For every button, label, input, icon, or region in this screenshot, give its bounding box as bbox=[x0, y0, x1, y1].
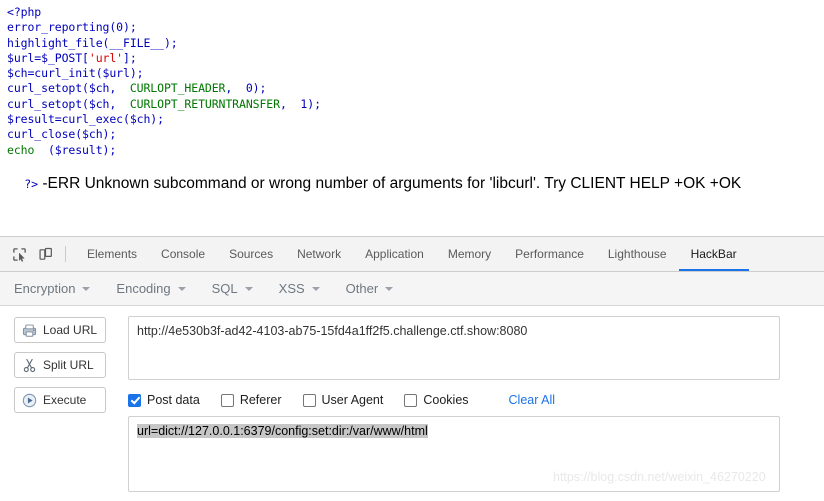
chevron-down-icon bbox=[311, 286, 320, 291]
tab-elements[interactable]: Elements bbox=[75, 237, 149, 271]
menu-label: Other bbox=[345, 281, 379, 296]
menu-xss[interactable]: XSS bbox=[279, 281, 320, 296]
checkbox-label-user-agent: User Agent bbox=[321, 393, 384, 407]
hackbar-option-checkboxes: Post data Referer User Agent Cookies Clear … bbox=[128, 390, 555, 410]
scissors-icon bbox=[22, 358, 37, 373]
devtools-tab-list: Elements Console Sources Network Application… bbox=[75, 237, 749, 272]
clear-all-link[interactable]: Clear All bbox=[509, 393, 556, 407]
php-token: curl_setopt($ch, bbox=[7, 96, 130, 111]
tab-performance[interactable]: Performance bbox=[503, 237, 596, 271]
post-data-selected-text: url=dict://127.0.0.1:6379/config:set:dir… bbox=[137, 424, 428, 438]
tab-memory[interactable]: Memory bbox=[436, 237, 503, 271]
checkbox-group: Post data Referer User Agent Cookies bbox=[128, 393, 490, 407]
tab-console[interactable]: Console bbox=[149, 237, 217, 271]
php-token: highlight_file bbox=[7, 35, 103, 50]
php-token: , 0); bbox=[225, 81, 267, 96]
checkbox-label-cookies: Cookies bbox=[423, 393, 469, 407]
checkbox-label-referer: Referer bbox=[239, 393, 282, 407]
php-source-listing: <?php error_reporting(0); highlight_file(_… bbox=[7, 5, 321, 158]
php-token: ]; bbox=[123, 50, 137, 65]
php-token: CURLOPT_HEADER bbox=[129, 81, 226, 96]
error-message-text: -ERR Unknown subcommand or wrong number … bbox=[38, 175, 742, 192]
device-toolbar-icon[interactable] bbox=[32, 241, 58, 267]
tab-hackbar[interactable]: HackBar bbox=[678, 237, 749, 271]
php-token: error_reporting bbox=[7, 20, 110, 35]
hackbar-menubar: Encryption Encoding SQL XSS Other bbox=[0, 272, 824, 306]
checkbox-box-referer[interactable] bbox=[220, 393, 234, 407]
checkbox-referer[interactable]: Referer bbox=[220, 393, 282, 407]
tab-application[interactable]: Application bbox=[353, 237, 436, 271]
devtools-panel: Elements Console Sources Network Application… bbox=[0, 236, 824, 501]
execute-button[interactable]: Execute bbox=[14, 387, 106, 413]
php-token: $result=curl_exec($ch); bbox=[7, 112, 164, 127]
php-token: $url=$_POST[ bbox=[7, 50, 89, 65]
php-token: CURLOPT_RETURNTRANSFER bbox=[129, 96, 280, 111]
chevron-down-icon bbox=[177, 286, 186, 291]
php-token: echo bbox=[7, 142, 35, 157]
php-token: , 1); bbox=[279, 96, 321, 111]
php-code-line: <?php bbox=[7, 5, 321, 20]
tab-lighthouse[interactable]: Lighthouse bbox=[596, 237, 679, 271]
php-token: curl_close($ch); bbox=[7, 127, 117, 142]
checkbox-cookies[interactable]: Cookies bbox=[404, 393, 469, 407]
php-token: ($result); bbox=[34, 142, 117, 157]
checkbox-box-user-agent[interactable] bbox=[302, 393, 316, 407]
php-code-line: curl_setopt($ch, CURLOPT_RETURNTRANSFER,… bbox=[7, 97, 321, 112]
php-token: 'url' bbox=[88, 50, 124, 65]
tab-sources[interactable]: Sources bbox=[217, 237, 285, 271]
checkbox-box-cookies[interactable] bbox=[404, 393, 418, 407]
php-token: curl_setopt($ch, bbox=[7, 81, 130, 96]
url-input[interactable]: http://4e530b3f-ad42-4103-ab75-15fd4a1ff… bbox=[128, 316, 780, 380]
php-token: (0); bbox=[109, 20, 137, 35]
php-code-line: echo ($result); bbox=[7, 143, 321, 158]
menu-label: XSS bbox=[278, 281, 305, 296]
inspect-element-glyph bbox=[12, 247, 26, 262]
error-output-line: ?> -ERR Unknown subcommand or wrong numb… bbox=[7, 157, 741, 211]
chevron-down-icon bbox=[82, 286, 91, 291]
menu-label: Encryption bbox=[14, 281, 76, 296]
button-label: Load URL bbox=[43, 323, 98, 337]
tab-network[interactable]: Network bbox=[285, 237, 353, 271]
button-label: Split URL bbox=[43, 358, 94, 372]
inspect-element-icon[interactable] bbox=[6, 241, 32, 267]
split-url-button[interactable]: Split URL bbox=[14, 352, 106, 378]
menu-encoding[interactable]: Encoding bbox=[116, 281, 186, 296]
chevron-down-icon bbox=[385, 286, 394, 291]
button-label: Execute bbox=[43, 393, 87, 407]
post-data-input[interactable]: url=dict://127.0.0.1:6379/config:set:dir… bbox=[128, 416, 780, 492]
checkbox-box-post-data[interactable] bbox=[128, 393, 141, 407]
php-token: (__FILE__); bbox=[102, 35, 178, 50]
menu-encryption[interactable]: Encryption bbox=[14, 281, 91, 296]
menu-sql[interactable]: SQL bbox=[212, 281, 253, 296]
browser-page-content: <?php error_reporting(0); highlight_file(_… bbox=[0, 0, 824, 236]
checkbox-post-data[interactable]: Post data bbox=[128, 393, 200, 407]
php-token: <?php bbox=[7, 5, 42, 19]
hackbar-body: Load URL Split URL Execute http://4e530b3f… bbox=[0, 306, 824, 499]
php-token: $ch=curl_init($url); bbox=[7, 66, 144, 81]
php-close-tag: ?> bbox=[24, 177, 39, 191]
php-code-line: $url=$_POST['url']; bbox=[7, 51, 321, 66]
php-code-line: curl_setopt($ch, CURLOPT_HEADER, 0); bbox=[7, 81, 321, 96]
menu-other[interactable]: Other bbox=[346, 281, 394, 296]
load-url-icon bbox=[22, 323, 37, 338]
php-code-line: error_reporting(0); bbox=[7, 20, 321, 35]
toolbar-divider bbox=[65, 246, 66, 262]
menu-label: SQL bbox=[211, 281, 238, 296]
devtools-tabbar: Elements Console Sources Network Application… bbox=[0, 237, 824, 272]
checkbox-label-post-data: Post data bbox=[147, 393, 200, 407]
chevron-down-icon bbox=[244, 286, 253, 291]
php-code-line: highlight_file(__FILE__); bbox=[7, 36, 321, 51]
php-code-line: $result=curl_exec($ch); bbox=[7, 112, 321, 127]
php-code-line: $ch=curl_init($url); bbox=[7, 66, 321, 81]
play-icon bbox=[22, 393, 37, 408]
load-url-button[interactable]: Load URL bbox=[14, 317, 106, 343]
checkbox-user-agent[interactable]: User Agent bbox=[302, 393, 384, 407]
menu-label: Encoding bbox=[116, 281, 171, 296]
php-code-line: curl_close($ch); bbox=[7, 127, 321, 142]
hackbar-action-buttons: Load URL Split URL Execute bbox=[14, 317, 108, 422]
device-toolbar-glyph bbox=[38, 247, 52, 260]
